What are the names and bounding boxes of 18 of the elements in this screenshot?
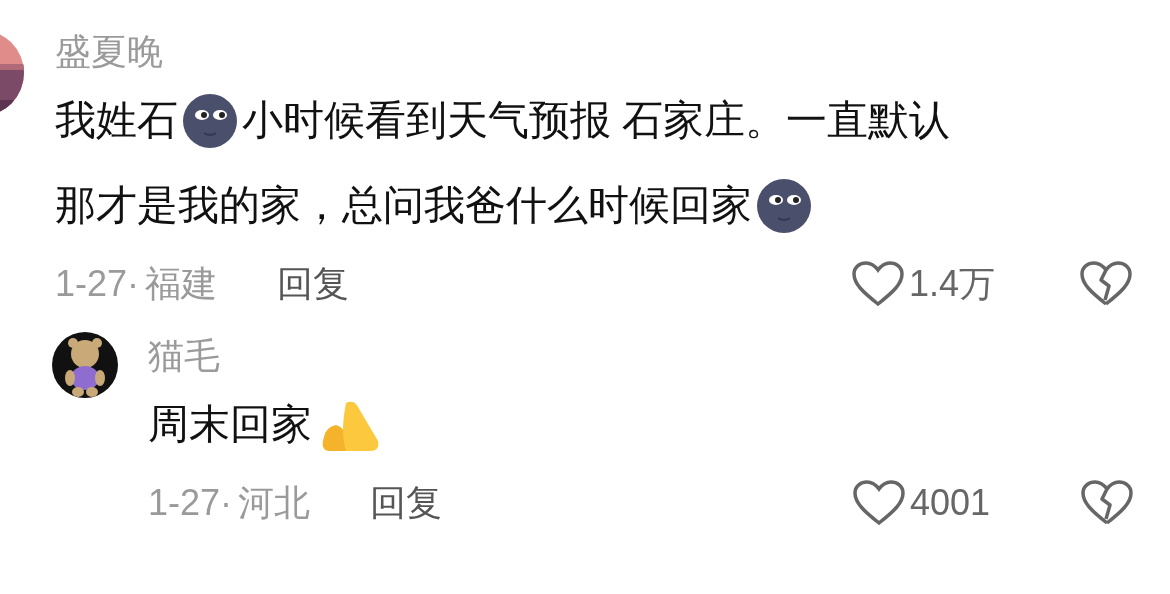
moon-face-icon: [756, 177, 812, 234]
like-count: 1.4万: [909, 262, 997, 306]
comment-date: 1-27·: [55, 262, 140, 306]
heart-icon[interactable]: [851, 260, 905, 308]
like-count: 4001: [910, 481, 992, 525]
comment-text: 我姓石: [55, 95, 178, 145]
comment-text: 周末回家: [148, 399, 312, 449]
broken-heart-icon[interactable]: [1080, 479, 1134, 527]
comment-location: 河北: [238, 481, 311, 525]
moon-face-icon: [182, 92, 238, 149]
comment-text: 小时候看到天气预报 石家庄。一直默认: [242, 95, 951, 145]
comment-date: 1-27·: [148, 481, 233, 525]
reply-link[interactable]: 回复: [277, 257, 350, 311]
comment-text: 那才是我的家，总问我爸什么时候回家: [55, 180, 752, 230]
reply-link[interactable]: 回复: [370, 476, 443, 530]
comment-location: 福建: [145, 262, 218, 306]
broken-heart-icon[interactable]: [1079, 260, 1133, 308]
heart-icon[interactable]: [852, 479, 906, 527]
